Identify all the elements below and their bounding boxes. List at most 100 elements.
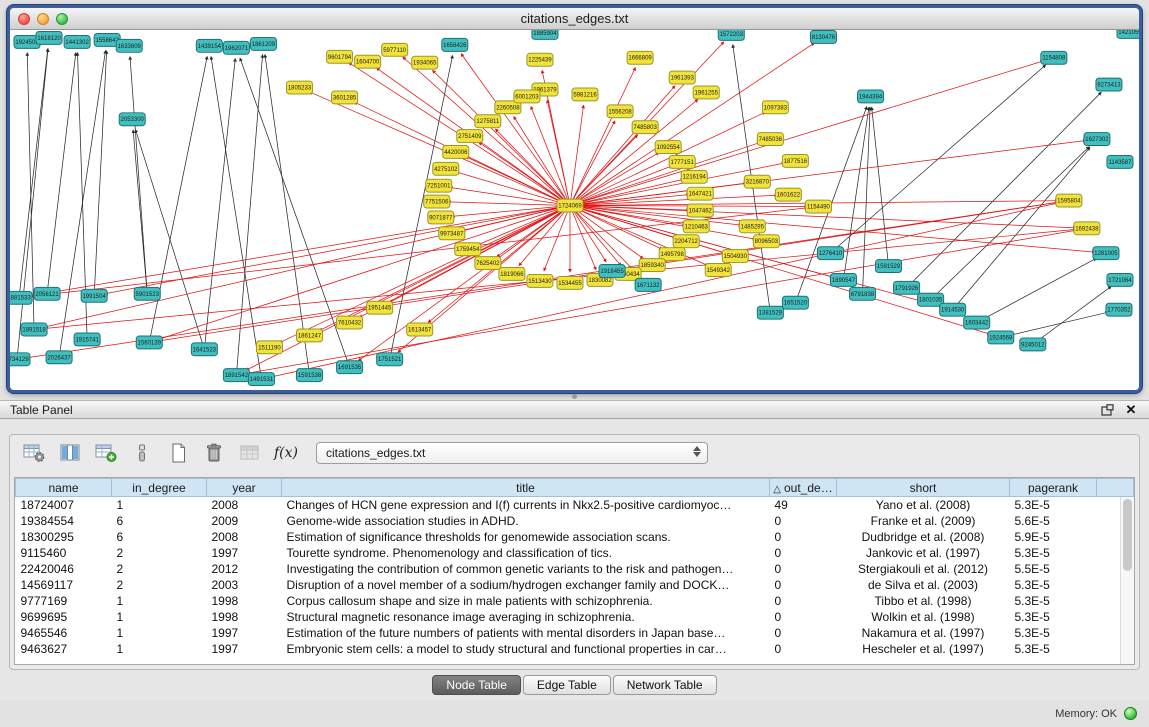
graph-node[interactable]: 1560139 [136, 336, 162, 349]
graph-node[interactable]: 1805233 [286, 81, 312, 94]
graph-node[interactable]: 7751506 [424, 195, 450, 208]
table-cell[interactable]: 5.3E-5 [1010, 625, 1097, 641]
table-cell[interactable]: Yano et al. (2008) [837, 497, 1010, 513]
graph-node[interactable]: 1276410 [817, 247, 843, 260]
table-cell[interactable]: Wolkin et al. (1998) [837, 609, 1010, 625]
graph-node[interactable]: 8130476 [810, 30, 836, 43]
graph-node[interactable]: 1210463 [683, 220, 709, 233]
table-cell[interactable]: 5.3E-5 [1010, 545, 1097, 561]
graph-node[interactable]: 1556208 [607, 105, 633, 118]
table-cell[interactable]: 5.5E-5 [1010, 561, 1097, 577]
graph-node[interactable]: 1751521 [377, 353, 403, 366]
table-row[interactable]: 1830029562008Estimation of significance … [16, 529, 1134, 545]
table-cell[interactable]: Hescheler et al. (1997) [837, 641, 1010, 657]
table-cell[interactable]: 0 [770, 641, 837, 657]
table-cell[interactable]: 9465546 [16, 625, 112, 641]
table-cell[interactable]: 5.3E-5 [1010, 609, 1097, 625]
graph-node[interactable]: 1485295 [739, 220, 765, 233]
graph-node[interactable]: 1891518 [21, 323, 47, 336]
graph-node[interactable]: 1759454 [455, 243, 481, 256]
table-cell[interactable]: 19384554 [16, 513, 112, 529]
table-cell[interactable]: 5.9E-5 [1010, 529, 1097, 545]
table-cell[interactable]: de Silva et al. (2003) [837, 577, 1010, 593]
graph-node[interactable]: 1491531 [248, 373, 274, 386]
graph-node[interactable]: 1914530 [940, 303, 966, 316]
table-cell[interactable]: 1 [112, 593, 207, 609]
table-cell[interactable]: 5.3E-5 [1010, 641, 1097, 657]
graph-node[interactable]: 6791838 [849, 287, 875, 300]
close-panel-icon[interactable]: ✕ [1123, 403, 1139, 417]
graph-node[interactable]: 1275811 [475, 115, 501, 128]
table-settings-icon[interactable] [18, 439, 50, 467]
graph-node[interactable]: 3601285 [332, 91, 358, 104]
graph-node[interactable]: 1734129 [10, 353, 30, 366]
graph-node[interactable]: 1047462 [687, 204, 713, 217]
graph-node[interactable]: 1962071 [223, 41, 249, 54]
graph-node[interactable]: 1651520 [782, 296, 808, 309]
graph-node[interactable]: 1633609 [116, 39, 142, 52]
table-cell[interactable]: 49 [770, 497, 837, 513]
window-titlebar[interactable]: citations_edges.txt [10, 8, 1139, 30]
table-cell[interactable]: 2012 [207, 561, 282, 577]
graph-node[interactable]: 1421059 [1117, 30, 1139, 38]
graph-node[interactable]: 1381529 [757, 306, 783, 319]
graph-node[interactable]: 1591538 [297, 369, 323, 382]
table-cell[interactable]: Tourette syndrome. Phenomenology and cla… [282, 545, 770, 561]
table-cell[interactable]: 5.3E-5 [1010, 593, 1097, 609]
table-cell[interactable]: 1 [112, 497, 207, 513]
table-cell[interactable]: 9777169 [16, 593, 112, 609]
table-row[interactable]: 2242004622012Investigating the contribut… [16, 561, 1134, 577]
table-cell[interactable]: 1997 [207, 641, 282, 657]
table-cell[interactable]: 0 [770, 561, 837, 577]
graph-node[interactable]: 1549342 [705, 264, 731, 277]
graph-node[interactable]: 1951445 [367, 301, 393, 314]
table-row[interactable]: 969969511998Structural magnetic resonanc… [16, 609, 1134, 625]
close-window-icon[interactable] [18, 13, 30, 25]
graph-node[interactable]: 2026437 [46, 351, 72, 364]
graph-node[interactable]: 1859340 [639, 259, 665, 272]
graph-node[interactable]: 1439154 [196, 39, 222, 52]
column-header-name[interactable]: name [16, 479, 112, 497]
graph-node[interactable]: 5977110 [382, 43, 408, 56]
graph-node[interactable]: 1924568 [988, 331, 1014, 344]
table-row[interactable]: 1938455462009Genome-wide association stu… [16, 513, 1134, 529]
graph-node[interactable]: 7485803 [632, 121, 658, 134]
column-header-short[interactable]: short [837, 479, 1010, 497]
graph-node[interactable]: 2204712 [673, 235, 699, 248]
tab-node-table[interactable]: Node Table [432, 675, 521, 695]
table-cell[interactable]: 1 [112, 609, 207, 625]
new-file-icon[interactable] [162, 439, 194, 467]
table-cell[interactable]: Embryonic stem cells: a model to study s… [282, 641, 770, 657]
network-graph[interactable]: 1961379598121615562087485803109255417771… [10, 30, 1139, 390]
table-cell[interactable]: Genome-wide association studies in ADHD. [282, 513, 770, 529]
graph-node[interactable]: 1591529 [876, 260, 902, 273]
graph-node[interactable]: 1511190 [256, 341, 282, 354]
graph-node[interactable]: 7485036 [757, 133, 783, 146]
table-cell[interactable]: Disruption of a novel member of a sodium… [282, 577, 770, 593]
table-row[interactable]: 1872400712008Changes of HCN gene express… [16, 497, 1134, 513]
graph-node[interactable]: 6001203 [514, 90, 540, 103]
graph-node[interactable]: 8096503 [753, 235, 779, 248]
table-cell[interactable]: 1997 [207, 545, 282, 561]
graph-node[interactable]: 1991504 [81, 289, 107, 302]
graph-node[interactable]: 1627302 [1084, 133, 1110, 146]
column-header-title[interactable]: title [282, 479, 770, 497]
scrollbar-thumb[interactable] [1123, 499, 1132, 571]
graph-node[interactable]: 1881533 [10, 291, 32, 304]
table-cell[interactable]: 5.6E-5 [1010, 513, 1097, 529]
table-cell[interactable]: Structural magnetic resonance image aver… [282, 609, 770, 625]
graph-node[interactable]: 1877516 [782, 154, 808, 167]
table-cell[interactable]: 1998 [207, 609, 282, 625]
graph-node[interactable]: 1641523 [191, 343, 217, 356]
graph-node[interactable]: 1890547 [830, 273, 856, 286]
import-table-icon[interactable] [234, 439, 266, 467]
graph-node[interactable]: 1504930 [722, 250, 748, 263]
column-header-in_degree[interactable]: in_degree [112, 479, 207, 497]
graph-node[interactable]: 1791926 [894, 281, 920, 294]
graph-node[interactable]: 9973487 [439, 227, 465, 240]
column-header-out_de[interactable]: △out_de… [770, 479, 837, 497]
graph-node[interactable]: 9273413 [1096, 78, 1122, 91]
graph-node[interactable]: 1154808 [1041, 51, 1067, 64]
graph-node[interactable]: 1777151 [669, 155, 695, 168]
graph-node[interactable]: 1647421 [687, 187, 713, 200]
